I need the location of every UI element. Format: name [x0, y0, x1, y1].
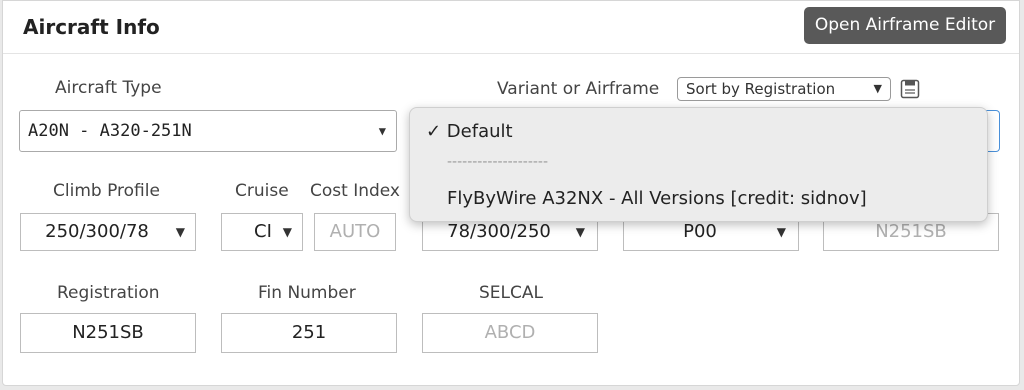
chevron-down-icon: ▼ [378, 124, 386, 138]
fin-number-input[interactable]: 251 [221, 313, 397, 353]
climb-profile-select[interactable]: 250/300/78 ▼ [20, 213, 196, 251]
chevron-down-icon: ▼ [175, 225, 185, 239]
climb-profile-value: 250/300/78 [45, 221, 149, 242]
selcal-input[interactable]: ABCD [422, 313, 598, 353]
variant-dropdown-menu: ✓ Default -------------------- FlyByWire… [409, 107, 988, 222]
perf-factor-value: P00 [683, 221, 717, 242]
climb-profile-label: Climb Profile [53, 181, 160, 201]
selcal-label: SELCAL [479, 283, 543, 303]
cruise-select[interactable]: CI ▼ [221, 213, 303, 251]
aircraft-type-select[interactable]: A20N - A320-251N ▼ [19, 110, 397, 152]
variant-label: Variant or Airframe [497, 79, 660, 99]
dropdown-item-flybywire[interactable]: FlyByWire A32NX - All Versions [credit: … [447, 188, 867, 209]
cost-index-input[interactable]: AUTO [314, 213, 396, 251]
cost-index-label: Cost Index [310, 181, 400, 201]
registration-input[interactable]: N251SB [20, 313, 196, 353]
aircraft-type-label: Aircraft Type [55, 78, 162, 98]
fin-number-label: Fin Number [258, 283, 356, 303]
registration-label: Registration [57, 283, 160, 303]
cruise-value: CI [254, 221, 272, 242]
open-airframe-editor-button[interactable]: Open Airframe Editor [804, 7, 1006, 44]
descent-profile-value: 78/300/250 [447, 221, 551, 242]
save-icon[interactable] [900, 79, 920, 99]
dropdown-item-default[interactable]: ✓ Default [426, 121, 513, 142]
chevron-down-icon: ▼ [873, 82, 882, 95]
panel-header: Aircraft Info Open Airframe Editor [3, 1, 1019, 54]
sort-by-value: Sort by Registration [686, 80, 836, 98]
panel-title: Aircraft Info [23, 15, 160, 39]
chevron-down-icon: ▼ [282, 225, 292, 239]
cruise-label: Cruise [235, 181, 289, 201]
dropdown-separator: -------------------- [447, 154, 549, 170]
aircraft-type-value: A20N - A320-251N [28, 121, 192, 141]
sort-by-select[interactable]: Sort by Registration ▼ [677, 77, 891, 101]
